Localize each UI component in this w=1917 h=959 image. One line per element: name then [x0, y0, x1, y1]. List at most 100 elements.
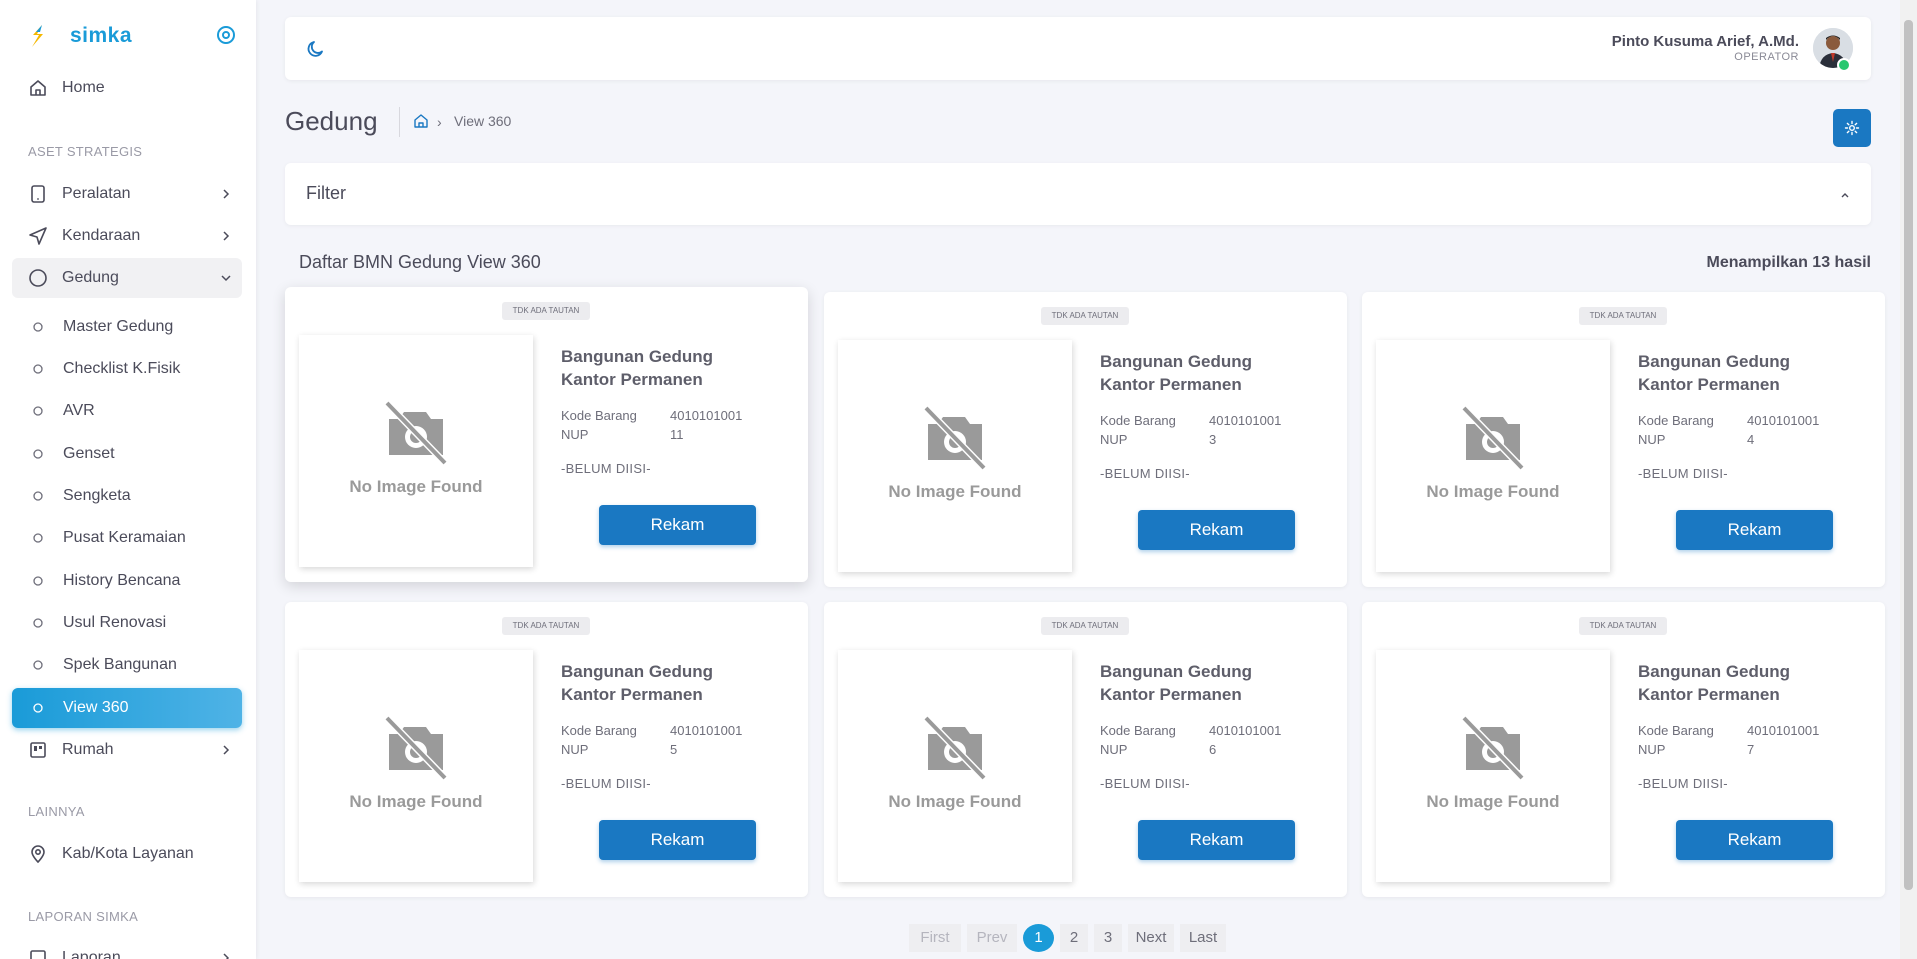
breadcrumb-current: View 360	[454, 113, 512, 129]
gedung-card[interactable]: TDK ADA TAUTAN No Image Found Bangunan G…	[824, 602, 1347, 897]
no-image-icon	[923, 405, 987, 471]
nup-label: NUP	[1100, 742, 1128, 757]
no-image-text: No Image Found	[1426, 792, 1560, 811]
kode-barang-value: 4010101001	[1747, 413, 1820, 428]
sidebar-subitem-sengketa[interactable]: Sengketa	[12, 476, 242, 516]
pagination-page-1[interactable]: 1	[1023, 924, 1054, 952]
pagination-prev[interactable]: Prev	[967, 924, 1017, 952]
result-count: Menampilkan 13 hasil	[1706, 254, 1871, 271]
kode-barang-value: 4010101001	[670, 723, 743, 738]
no-image-icon	[384, 715, 448, 781]
sidebar-item-kabkota[interactable]: Kab/Kota Layanan	[12, 834, 242, 874]
status-badge: TDK ADA TAUTAN	[1041, 617, 1129, 635]
breadcrumb-chevron: ›	[437, 114, 442, 130]
nup-label: NUP	[1100, 432, 1128, 447]
tablet-icon	[31, 185, 45, 203]
sidebar-subitem-checklist[interactable]: Checklist K.Fisik	[12, 349, 242, 389]
gedung-card[interactable]: TDK ADA TAUTAN No Image Found Bangunan G…	[285, 287, 808, 582]
card-title: Bangunan Gedung Kantor Permanen	[561, 662, 714, 704]
kode-barang-label: Kode Barang	[561, 723, 637, 738]
circle-icon	[29, 269, 47, 287]
no-image-icon	[1461, 715, 1525, 781]
rekam-button[interactable]: Rekam	[1676, 820, 1833, 860]
sidebar-subitem-genset[interactable]: Genset	[12, 434, 242, 474]
sidebar-subitem-master-gedung[interactable]: Master Gedung	[12, 307, 242, 347]
sidebar-toggle-icon[interactable]	[216, 25, 236, 45]
kode-barang-label: Kode Barang	[561, 408, 637, 423]
online-status-dot	[1837, 58, 1851, 72]
card-title: Bangunan Gedung Kantor Permanen	[561, 347, 714, 389]
no-image-icon	[923, 715, 987, 781]
chevron-right-icon	[223, 231, 230, 241]
circle-bullet-icon	[33, 533, 43, 543]
gedung-card[interactable]: TDK ADA TAUTAN No Image Found Bangunan G…	[824, 292, 1347, 587]
image-placeholder: No Image Found	[838, 340, 1072, 572]
sidebar-item-label: Rumah	[62, 741, 114, 758]
sidebar-item-laporan[interactable]: Laporan	[12, 938, 242, 959]
pagination-last[interactable]: Last	[1180, 924, 1226, 952]
sidebar-subitem-pusat-keramaian[interactable]: Pusat Keramaian	[12, 518, 242, 558]
gedung-card[interactable]: TDK ADA TAUTAN No Image Found Bangunan G…	[1362, 292, 1885, 587]
rekam-button[interactable]: Rekam	[1138, 820, 1295, 860]
circle-bullet-icon	[33, 364, 43, 374]
sidebar-item-label: History Bencana	[63, 572, 181, 589]
pagination-page-3[interactable]: 3	[1094, 924, 1122, 952]
sidebar-subitem-spek-bangunan[interactable]: Spek Bangunan	[12, 645, 242, 685]
gear-icon	[1844, 120, 1860, 136]
sidebar-item-label: Genset	[63, 445, 115, 462]
pagination-next[interactable]: Next	[1128, 924, 1174, 952]
image-placeholder: No Image Found	[1376, 340, 1610, 572]
gedung-card[interactable]: TDK ADA TAUTAN No Image Found Bangunan G…	[1362, 602, 1885, 897]
breadcrumb-home-icon[interactable]	[413, 113, 429, 129]
pagination: First Prev 1 2 3 Next Last	[909, 924, 1232, 952]
page-scrollbar[interactable]	[1900, 0, 1917, 959]
gedung-card[interactable]: TDK ADA TAUTAN No Image Found Bangunan G…	[285, 602, 808, 897]
pagination-page-2[interactable]: 2	[1060, 924, 1088, 952]
status-badge: TDK ADA TAUTAN	[502, 302, 590, 320]
circle-bullet-icon	[33, 491, 43, 501]
kode-barang-value: 4010101001	[1209, 723, 1282, 738]
nup-value: 11	[670, 427, 684, 442]
status-badge: TDK ADA TAUTAN	[502, 617, 590, 635]
sidebar-subitem-usul-renovasi[interactable]: Usul Renovasi	[12, 603, 242, 643]
no-image-icon	[1461, 405, 1525, 471]
user-name[interactable]: Pinto Kusuma Arief, A.Md.	[1612, 33, 1799, 50]
sidebar: simka Home ASET STRATEGIS Peralatan Kend…	[0, 0, 256, 959]
settings-button[interactable]	[1833, 109, 1871, 147]
sidebar-item-label: Peralatan	[62, 185, 131, 202]
scrollbar-thumb[interactable]	[1904, 20, 1913, 890]
nup-value: 6	[1209, 742, 1217, 757]
sidebar-item-rumah[interactable]: Rumah	[12, 730, 242, 770]
nup-value: 7	[1747, 742, 1755, 757]
kode-barang-value: 4010101001	[1747, 723, 1820, 738]
section-title-lainnya: LAINNYA	[28, 804, 85, 819]
sidebar-item-label: Pusat Keramaian	[63, 529, 186, 546]
sidebar-item-kendaraan[interactable]: Kendaraan	[12, 216, 242, 256]
chevron-up-icon[interactable]	[1839, 189, 1851, 201]
sidebar-item-peralatan[interactable]: Peralatan	[12, 174, 242, 214]
kode-barang-value: 4010101001	[670, 408, 743, 423]
image-placeholder: No Image Found	[299, 335, 533, 567]
sidebar-item-label: Usul Renovasi	[63, 614, 167, 631]
filter-panel[interactable]: Filter	[285, 163, 1871, 225]
sidebar-subitem-avr[interactable]: AVR	[12, 391, 242, 431]
rekam-button[interactable]: Rekam	[1138, 510, 1295, 550]
rekam-button[interactable]: Rekam	[599, 505, 756, 545]
sidebar-item-gedung[interactable]: Gedung	[12, 258, 242, 298]
no-image-text: No Image Found	[1426, 482, 1560, 501]
no-image-text: No Image Found	[888, 482, 1022, 501]
sidebar-item-home[interactable]: Home	[12, 68, 242, 108]
nup-value: 5	[670, 742, 678, 757]
rekam-button[interactable]: Rekam	[599, 820, 756, 860]
sidebar-subitem-view-360[interactable]: View 360	[12, 688, 242, 728]
sidebar-subitem-history-bencana[interactable]: History Bencana	[12, 561, 242, 601]
status-badge: TDK ADA TAUTAN	[1579, 307, 1667, 325]
brand[interactable]: simka	[28, 22, 132, 50]
sidebar-item-label: Master Gedung	[63, 318, 174, 335]
simka-logo-icon	[32, 25, 43, 47]
building-icon	[30, 742, 46, 758]
rekam-button[interactable]: Rekam	[1676, 510, 1833, 550]
topbar: Pinto Kusuma Arief, A.Md. OPERATOR	[285, 17, 1871, 80]
moon-icon[interactable]	[305, 38, 327, 60]
pagination-first[interactable]: First	[909, 924, 961, 952]
